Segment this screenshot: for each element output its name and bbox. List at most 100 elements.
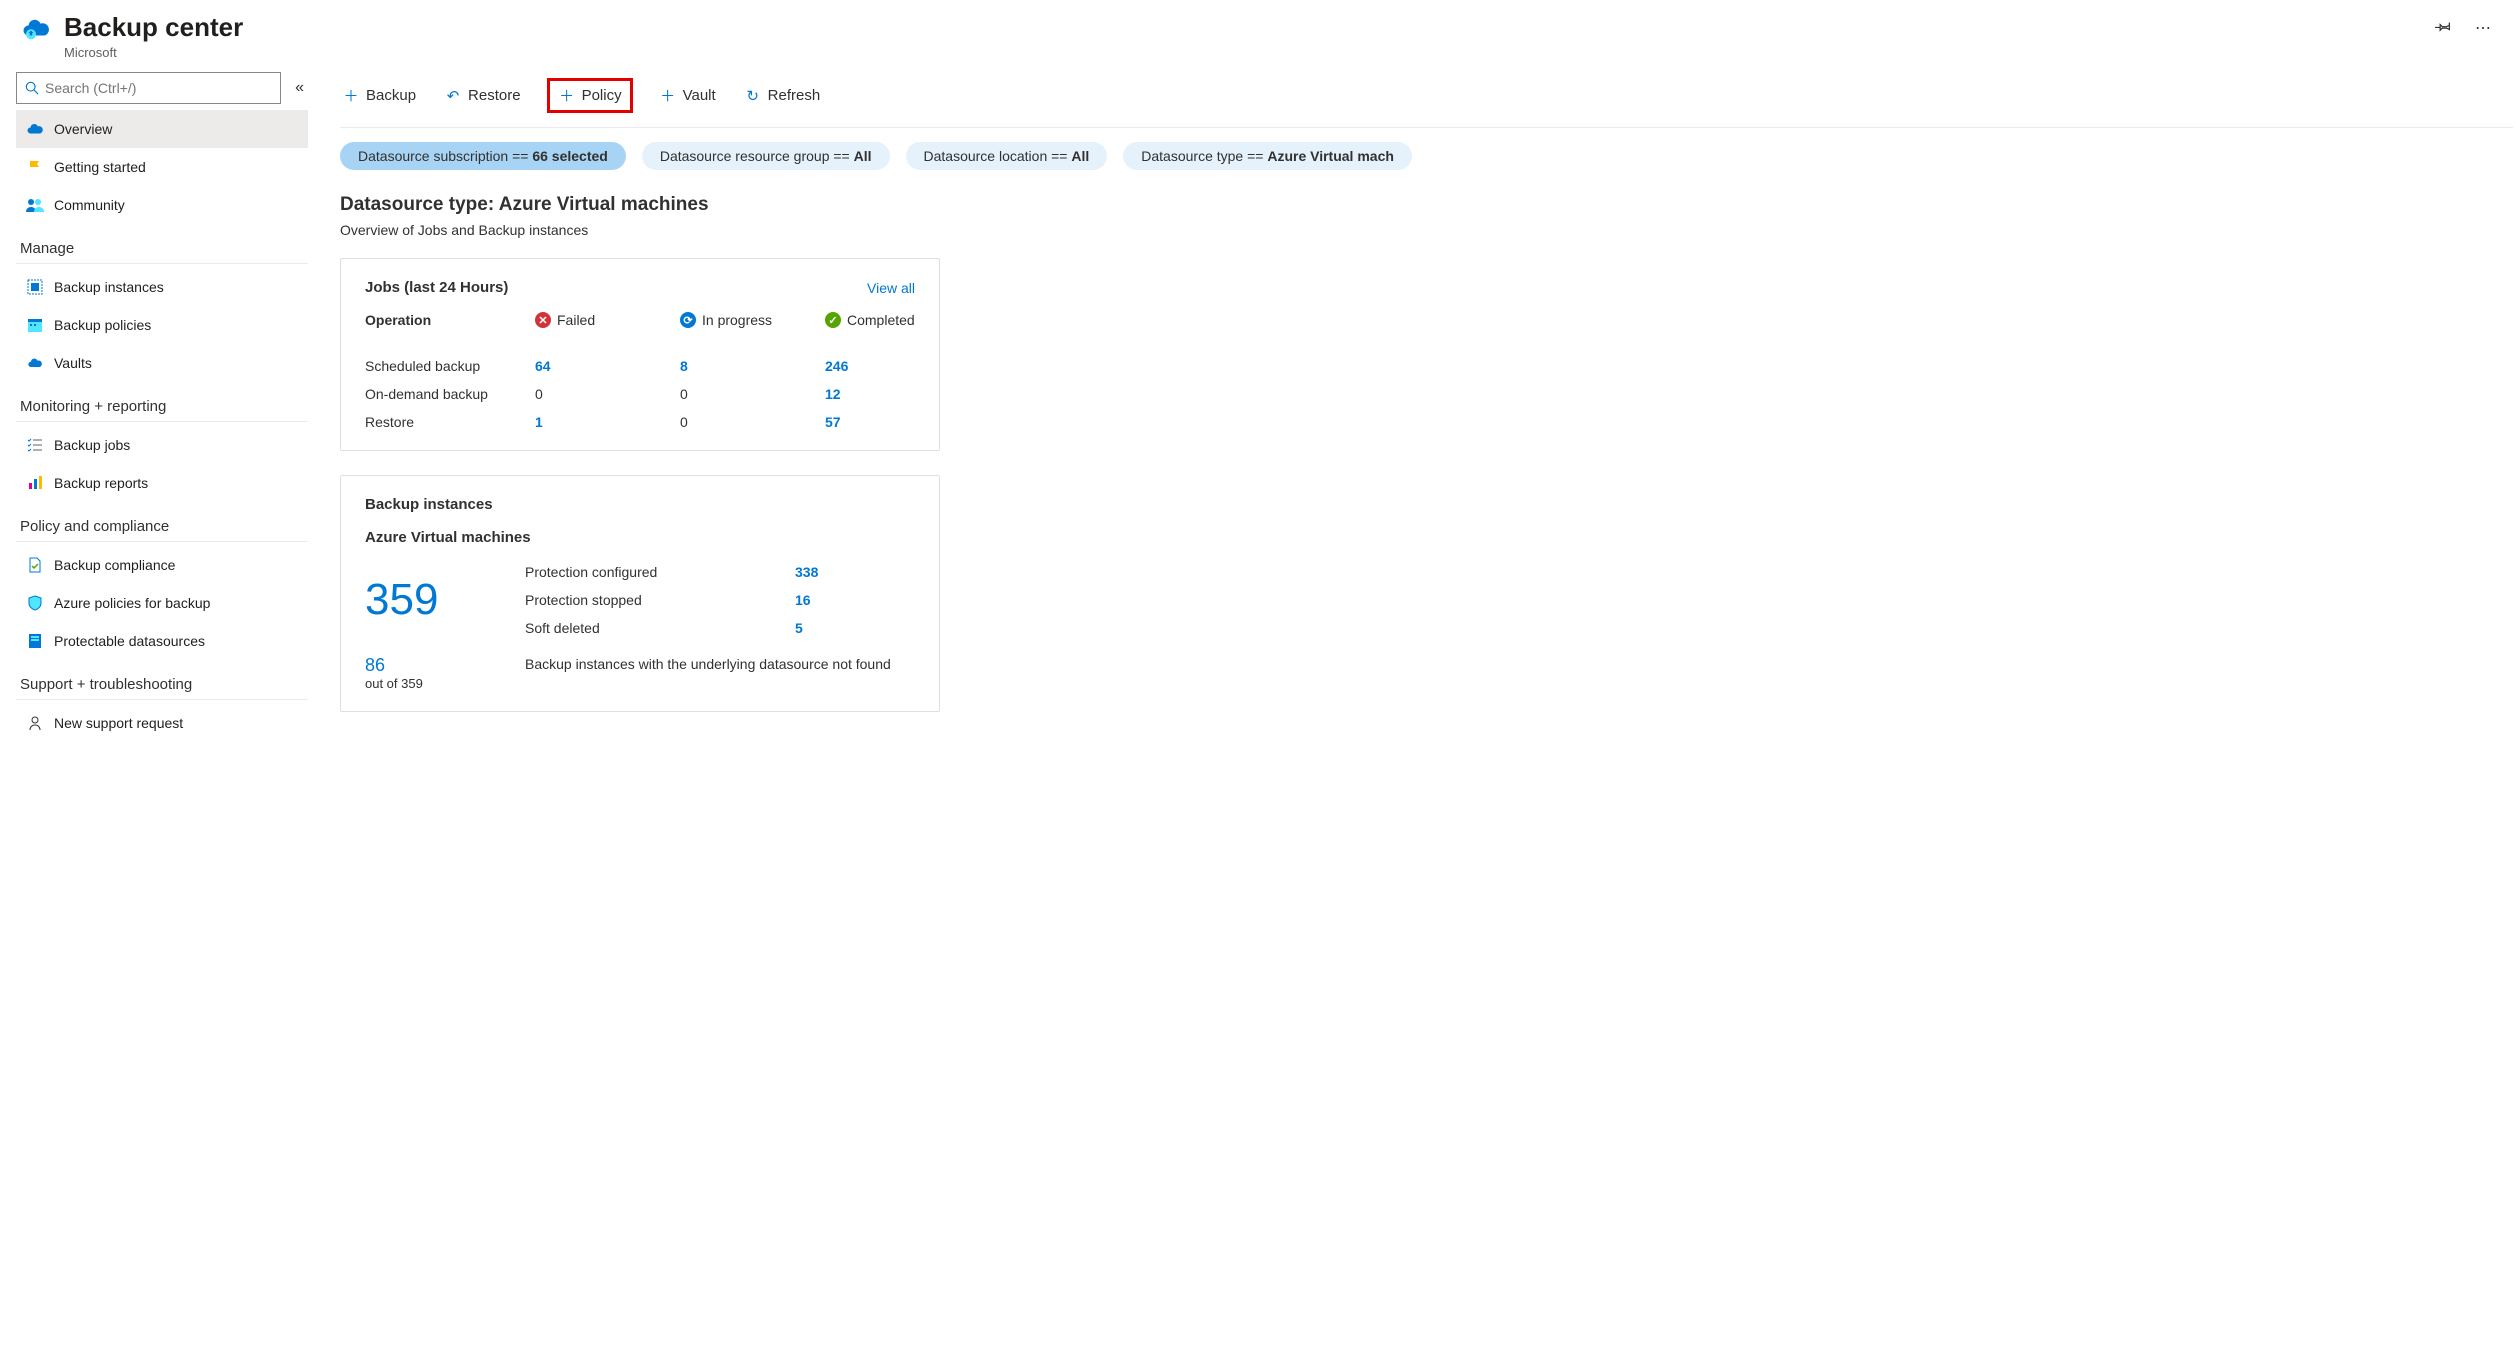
sidebar-item-backup-instances[interactable]: Backup instances bbox=[16, 268, 308, 306]
server-icon bbox=[26, 632, 44, 650]
divider bbox=[16, 263, 308, 264]
instances-icon bbox=[26, 278, 44, 296]
vault-button[interactable]: ＋ Vault bbox=[657, 81, 718, 110]
button-label: Refresh bbox=[768, 87, 821, 104]
datasource-subtitle: Overview of Jobs and Backup instances bbox=[340, 222, 2513, 238]
policy-button[interactable]: ＋ Policy bbox=[547, 78, 633, 113]
jobs-card-title: Jobs (last 24 Hours) bbox=[365, 279, 508, 296]
sidebar-item-backup-compliance[interactable]: Backup compliance bbox=[16, 546, 308, 584]
pin-button[interactable] bbox=[2429, 12, 2457, 45]
search-input[interactable] bbox=[45, 80, 272, 96]
page-title: Backup center bbox=[64, 12, 2417, 43]
row-failed: 0 bbox=[535, 386, 680, 402]
sidebar-item-label: Azure policies for backup bbox=[54, 595, 210, 611]
divider bbox=[16, 699, 308, 700]
inprogress-icon: ⟳ bbox=[680, 312, 696, 328]
bi-row-value[interactable]: 338 bbox=[795, 564, 915, 580]
sidebar-item-new-support-request[interactable]: New support request bbox=[16, 704, 308, 742]
button-label: Restore bbox=[468, 87, 521, 104]
sidebar-item-getting-started[interactable]: Getting started bbox=[16, 148, 308, 186]
sidebar-item-backup-policies[interactable]: Backup policies bbox=[16, 306, 308, 344]
page-subtitle: Microsoft bbox=[64, 45, 2417, 60]
undo-icon: ↶ bbox=[444, 87, 462, 105]
bi-notfound-count[interactable]: 86 bbox=[365, 656, 525, 676]
row-op: On-demand backup bbox=[365, 386, 535, 402]
sidebar-item-label: Backup instances bbox=[54, 279, 164, 295]
bi-card-subtitle: Azure Virtual machines bbox=[365, 529, 915, 546]
col-operation: Operation bbox=[365, 312, 535, 328]
divider bbox=[16, 541, 308, 542]
plus-icon: ＋ bbox=[558, 85, 576, 106]
col-inprogress: ⟳In progress bbox=[680, 312, 825, 328]
support-icon bbox=[26, 714, 44, 732]
checklist-icon bbox=[26, 436, 44, 454]
filter-resource-group[interactable]: Datasource resource group == All bbox=[642, 142, 890, 170]
plus-icon: ＋ bbox=[342, 85, 360, 106]
sidebar-item-community[interactable]: Community bbox=[16, 186, 308, 224]
sidebar-item-overview[interactable]: Overview bbox=[16, 110, 308, 148]
people-icon bbox=[26, 196, 44, 214]
sidebar-item-label: Backup compliance bbox=[54, 557, 175, 573]
sidebar-item-backup-reports[interactable]: Backup reports bbox=[16, 464, 308, 502]
sidebar-item-label: Backup policies bbox=[54, 317, 151, 333]
page-header: Backup center Microsoft ⋯ bbox=[0, 0, 2517, 68]
sidebar-item-protectable-datasources[interactable]: Protectable datasources bbox=[16, 622, 308, 660]
datasource-title: Datasource type: Azure Virtual machines bbox=[340, 194, 2513, 216]
search-box[interactable] bbox=[16, 72, 281, 104]
row-comp[interactable]: 246 bbox=[825, 358, 915, 374]
sidebar-item-backup-jobs[interactable]: Backup jobs bbox=[16, 426, 308, 464]
button-label: Vault bbox=[683, 87, 716, 104]
row-failed[interactable]: 64 bbox=[535, 358, 680, 374]
sidebar-item-vaults[interactable]: Vaults bbox=[16, 344, 308, 382]
cloud-icon bbox=[26, 120, 44, 138]
row-comp[interactable]: 12 bbox=[825, 386, 915, 402]
jobs-table: Operation ✕Failed ⟳In progress ✓Complete… bbox=[365, 312, 915, 430]
bi-notfound-text: Backup instances with the underlying dat… bbox=[525, 656, 915, 672]
sidebar-item-label: Backup reports bbox=[54, 475, 148, 491]
section-header-support: Support + troubleshooting bbox=[16, 660, 308, 697]
sidebar-item-label: Backup jobs bbox=[54, 437, 130, 453]
more-button[interactable]: ⋯ bbox=[2469, 12, 2497, 44]
button-label: Backup bbox=[366, 87, 416, 104]
backup-center-icon bbox=[20, 12, 52, 44]
backup-button[interactable]: ＋ Backup bbox=[340, 81, 418, 110]
calendar-icon bbox=[26, 316, 44, 334]
filter-datasource-type[interactable]: Datasource type == Azure Virtual mach bbox=[1123, 142, 1412, 170]
sidebar-item-label: Vaults bbox=[54, 355, 92, 371]
vault-icon bbox=[26, 354, 44, 372]
row-prog: 0 bbox=[680, 414, 825, 430]
sidebar-item-label: Community bbox=[54, 197, 125, 213]
row-comp[interactable]: 57 bbox=[825, 414, 915, 430]
refresh-icon: ↻ bbox=[744, 87, 762, 105]
button-label: Policy bbox=[582, 87, 622, 104]
col-completed: ✓Completed bbox=[825, 312, 915, 328]
sidebar-item-label: Protectable datasources bbox=[54, 633, 205, 649]
filter-subscription[interactable]: Datasource subscription == 66 selected bbox=[340, 142, 626, 170]
bi-row-value[interactable]: 5 bbox=[795, 620, 915, 636]
bi-row-label: Soft deleted bbox=[525, 620, 795, 636]
sidebar-item-label: New support request bbox=[54, 715, 183, 731]
filter-location[interactable]: Datasource location == All bbox=[906, 142, 1108, 170]
row-failed[interactable]: 1 bbox=[535, 414, 680, 430]
bi-row-value[interactable]: 16 bbox=[795, 592, 915, 608]
view-all-link[interactable]: View all bbox=[867, 280, 915, 296]
bi-total[interactable]: 359 bbox=[365, 575, 438, 625]
main-content: ＋ Backup ↶ Restore ＋ Policy ＋ Vault ↻ Re… bbox=[316, 68, 2517, 758]
document-check-icon bbox=[26, 556, 44, 574]
filter-pills: Datasource subscription == 66 selected D… bbox=[340, 128, 2513, 194]
bi-row-label: Protection stopped bbox=[525, 592, 795, 608]
restore-button[interactable]: ↶ Restore bbox=[442, 83, 523, 109]
divider bbox=[16, 421, 308, 422]
collapse-sidebar-button[interactable]: « bbox=[291, 75, 308, 101]
sidebar-item-azure-policies[interactable]: Azure policies for backup bbox=[16, 584, 308, 622]
backup-instances-card: Backup instances Azure Virtual machines … bbox=[340, 475, 940, 712]
search-icon bbox=[25, 81, 39, 95]
bi-card-title: Backup instances bbox=[365, 496, 915, 513]
chart-icon bbox=[26, 474, 44, 492]
row-prog[interactable]: 8 bbox=[680, 358, 825, 374]
toolbar: ＋ Backup ↶ Restore ＋ Policy ＋ Vault ↻ Re… bbox=[340, 68, 2513, 128]
bi-notfound-outof: out of 359 bbox=[365, 676, 525, 691]
shield-icon bbox=[26, 594, 44, 612]
refresh-button[interactable]: ↻ Refresh bbox=[742, 83, 823, 109]
section-header-manage: Manage bbox=[16, 224, 308, 261]
